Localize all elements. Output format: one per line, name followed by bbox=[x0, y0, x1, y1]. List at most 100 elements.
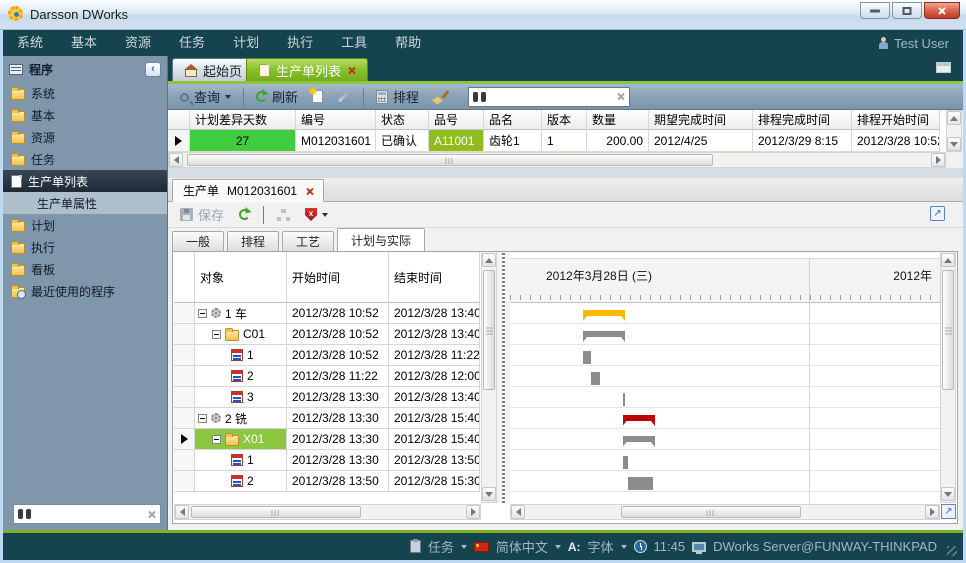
tree-row[interactable]: 22012/3/28 11:222012/3/28 12:00 bbox=[174, 366, 481, 387]
status-font-label[interactable]: 字体 bbox=[588, 537, 614, 556]
sidebar-search-clear-icon[interactable] bbox=[147, 510, 156, 519]
new-button[interactable] bbox=[308, 88, 327, 105]
schedule-button[interactable]: 排程 bbox=[372, 85, 423, 108]
gantt-horizontal-scrollbar[interactable] bbox=[510, 504, 940, 520]
maximize-button[interactable] bbox=[892, 2, 922, 19]
scroll-up-button[interactable] bbox=[482, 253, 496, 267]
scroll-right-button[interactable] bbox=[925, 505, 939, 519]
resize-grip[interactable] bbox=[947, 546, 957, 556]
scroll-thumb[interactable] bbox=[621, 506, 801, 518]
gantt-expand-button[interactable]: ↗ bbox=[941, 504, 956, 519]
column-header-5[interactable]: 版本 bbox=[542, 110, 587, 130]
tree-row[interactable]: 2 铣2012/3/28 13:302012/3/28 15:40 bbox=[174, 408, 481, 429]
orders-horizontal-scrollbar[interactable] bbox=[168, 152, 946, 168]
minimize-button[interactable] bbox=[860, 2, 890, 19]
menu-item-tools[interactable]: 工具 bbox=[327, 30, 381, 56]
sidebar-item-execute[interactable]: 执行 bbox=[3, 236, 167, 258]
plan-column-header-2[interactable]: 结束时间 bbox=[389, 252, 480, 303]
refresh-button[interactable]: 刷新 bbox=[252, 85, 302, 108]
detail-tab-general[interactable]: 一般 bbox=[172, 231, 224, 251]
gantt-bar-task[interactable] bbox=[583, 351, 591, 364]
detail-tab-schedule[interactable]: 排程 bbox=[227, 231, 279, 251]
orders-vertical-scrollbar[interactable] bbox=[946, 110, 962, 152]
validate-button[interactable]: x bbox=[301, 206, 332, 223]
tree-object-cell[interactable]: 1 bbox=[195, 450, 287, 471]
status-language-label[interactable]: 简体中文 bbox=[496, 537, 548, 556]
sidebar-item-resource[interactable]: 资源 bbox=[3, 126, 167, 148]
sidebar-item-plan[interactable]: 计划 bbox=[3, 214, 167, 236]
scroll-thumb[interactable] bbox=[191, 506, 361, 518]
tree-row[interactable]: 12012/3/28 10:522012/3/28 11:22 bbox=[174, 345, 481, 366]
clean-button[interactable] bbox=[429, 88, 452, 106]
column-header-6[interactable]: 数量 bbox=[587, 110, 649, 130]
plan-column-header-0[interactable]: 对象 bbox=[195, 252, 287, 303]
tab-close-icon[interactable] bbox=[347, 66, 355, 74]
tree-object-cell[interactable]: X01 bbox=[195, 429, 287, 450]
tree-row[interactable]: 12012/3/28 13:302012/3/28 13:50 bbox=[174, 450, 481, 471]
sidebar-collapse-button[interactable]: ‹ bbox=[145, 62, 161, 77]
tree-row[interactable]: C012012/3/28 10:522012/3/28 13:40 bbox=[174, 324, 481, 345]
tree-row[interactable]: X012012/3/28 13:302012/3/28 15:40 bbox=[174, 429, 481, 450]
sidebar-item-task[interactable]: 任务 bbox=[3, 148, 167, 170]
query-button[interactable]: 查询 bbox=[176, 85, 235, 108]
menu-item-system[interactable]: 系统 bbox=[3, 30, 57, 56]
sidebar-item-production-order-props[interactable]: 生产单属性 bbox=[3, 192, 167, 214]
column-header-0[interactable]: 计划差异天数 bbox=[190, 110, 296, 130]
gantt-bar-task[interactable] bbox=[623, 393, 626, 406]
column-header-8[interactable]: 排程完成时间 bbox=[753, 110, 852, 130]
close-button[interactable] bbox=[924, 2, 960, 19]
doc-tab-close-icon[interactable] bbox=[305, 187, 313, 195]
window-switch-icon[interactable] bbox=[936, 62, 951, 73]
user-indicator[interactable]: Test User bbox=[878, 30, 949, 56]
popout-button[interactable]: ↗ bbox=[930, 206, 945, 221]
tree-row[interactable]: 32012/3/28 13:302012/3/28 13:40 bbox=[174, 387, 481, 408]
expander-icon[interactable] bbox=[198, 414, 207, 423]
detail-doc-tab[interactable]: 生产单 M012031601 bbox=[172, 179, 324, 202]
table-row[interactable]: 27M012031601已确认A11001齿轮11200.002012/4/25… bbox=[168, 130, 946, 152]
vertical-splitter[interactable] bbox=[497, 252, 510, 503]
scroll-left-button[interactable] bbox=[175, 505, 189, 519]
tree-object-cell[interactable]: 1 车 bbox=[195, 303, 287, 324]
sidebar-item-system[interactable]: 系统 bbox=[3, 82, 167, 104]
detail-tab-process[interactable]: 工艺 bbox=[282, 231, 334, 251]
tree-vertical-scrollbar[interactable] bbox=[481, 252, 497, 503]
menu-item-basic[interactable]: 基本 bbox=[57, 30, 111, 56]
menu-item-execute[interactable]: 执行 bbox=[273, 30, 327, 56]
tab-production-order-list[interactable]: 生产单列表 bbox=[246, 58, 368, 81]
menu-item-task[interactable]: 任务 bbox=[165, 30, 219, 56]
scroll-left-button[interactable] bbox=[511, 505, 525, 519]
detail-tab-plan-vs-actual[interactable]: 计划与实际 bbox=[337, 228, 425, 251]
tree-object-cell[interactable]: 1 bbox=[195, 345, 287, 366]
tree-object-cell[interactable]: 2 bbox=[195, 471, 287, 492]
tree-row[interactable]: 22012/3/28 13:502012/3/28 15:30 bbox=[174, 471, 481, 492]
menu-item-help[interactable]: 帮助 bbox=[381, 30, 435, 56]
menu-item-resource[interactable]: 资源 bbox=[111, 30, 165, 56]
tree-object-cell[interactable]: C01 bbox=[195, 324, 287, 345]
scroll-left-button[interactable] bbox=[169, 153, 183, 167]
column-header-1[interactable]: 编号 bbox=[296, 110, 376, 130]
gantt-bar-task[interactable] bbox=[628, 477, 653, 490]
expander-icon[interactable] bbox=[198, 309, 207, 318]
tree-object-cell[interactable]: 3 bbox=[195, 387, 287, 408]
status-task-label[interactable]: 任务 bbox=[428, 537, 454, 556]
scroll-right-button[interactable] bbox=[466, 505, 480, 519]
expander-icon[interactable] bbox=[212, 330, 221, 339]
gantt-vertical-scrollbar[interactable] bbox=[940, 252, 956, 503]
gantt-bar-task[interactable] bbox=[623, 456, 628, 469]
sidebar-item-basic[interactable]: 基本 bbox=[3, 104, 167, 126]
tree-horizontal-scrollbar[interactable] bbox=[174, 504, 481, 520]
scroll-up-button[interactable] bbox=[947, 111, 961, 125]
sidebar-item-recent-programs[interactable]: 最近使用的程序 bbox=[3, 280, 167, 302]
list-search-input[interactable] bbox=[490, 90, 612, 104]
font-dropdown-icon[interactable] bbox=[621, 545, 627, 549]
scroll-thumb[interactable] bbox=[187, 154, 713, 166]
routing-button[interactable] bbox=[273, 207, 294, 223]
column-header-9[interactable]: 排程开始时间 bbox=[852, 110, 940, 130]
sidebar-item-production-order-list[interactable]: 生产单列表 bbox=[3, 170, 167, 192]
detail-refresh-button[interactable] bbox=[235, 207, 254, 222]
column-header-3[interactable]: 品号 bbox=[429, 110, 484, 130]
edit-button[interactable] bbox=[333, 88, 355, 105]
scroll-right-button[interactable] bbox=[931, 153, 945, 167]
column-header-7[interactable]: 期望完成时间 bbox=[649, 110, 753, 130]
tree-object-cell[interactable]: 2 bbox=[195, 366, 287, 387]
